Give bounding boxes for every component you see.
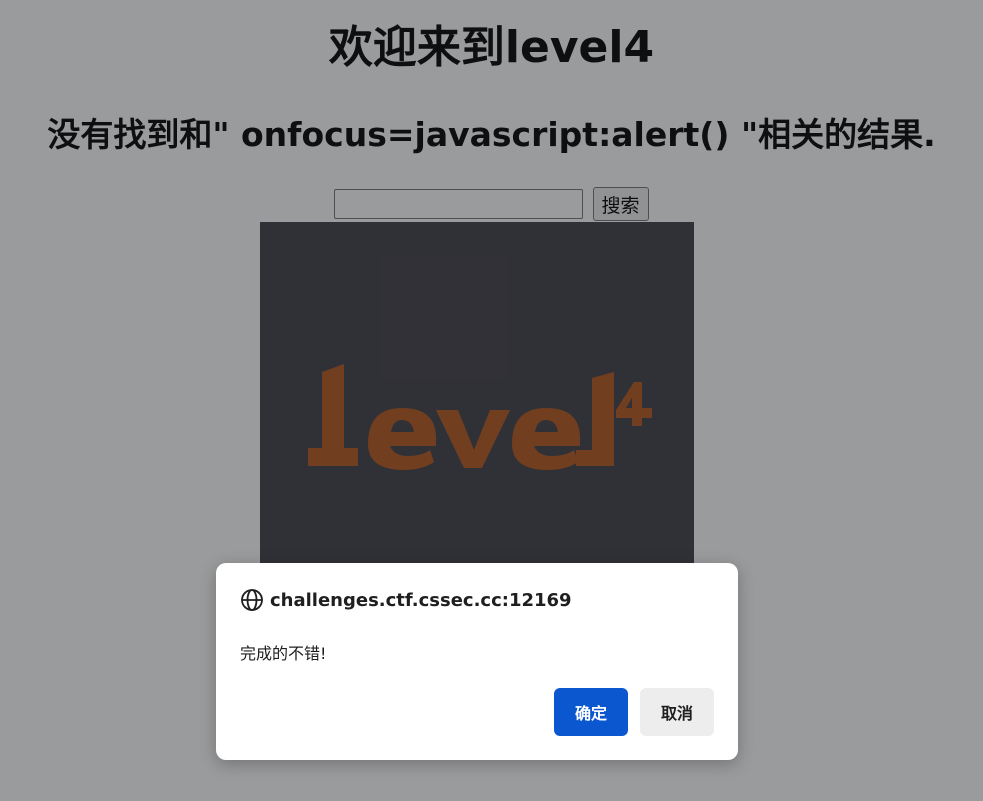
dialog-buttons: 确定 取消 [554, 688, 714, 736]
globe-icon [240, 588, 264, 612]
cancel-button[interactable]: 取消 [640, 688, 714, 736]
alert-dialog: challenges.ctf.cssec.cc:12169 完成的不错! 确定 … [216, 563, 738, 760]
ok-button[interactable]: 确定 [554, 688, 628, 736]
dialog-origin: challenges.ctf.cssec.cc:12169 [270, 589, 572, 611]
dialog-message: 完成的不错! [240, 644, 327, 663]
dialog-header: challenges.ctf.cssec.cc:12169 [240, 587, 572, 613]
